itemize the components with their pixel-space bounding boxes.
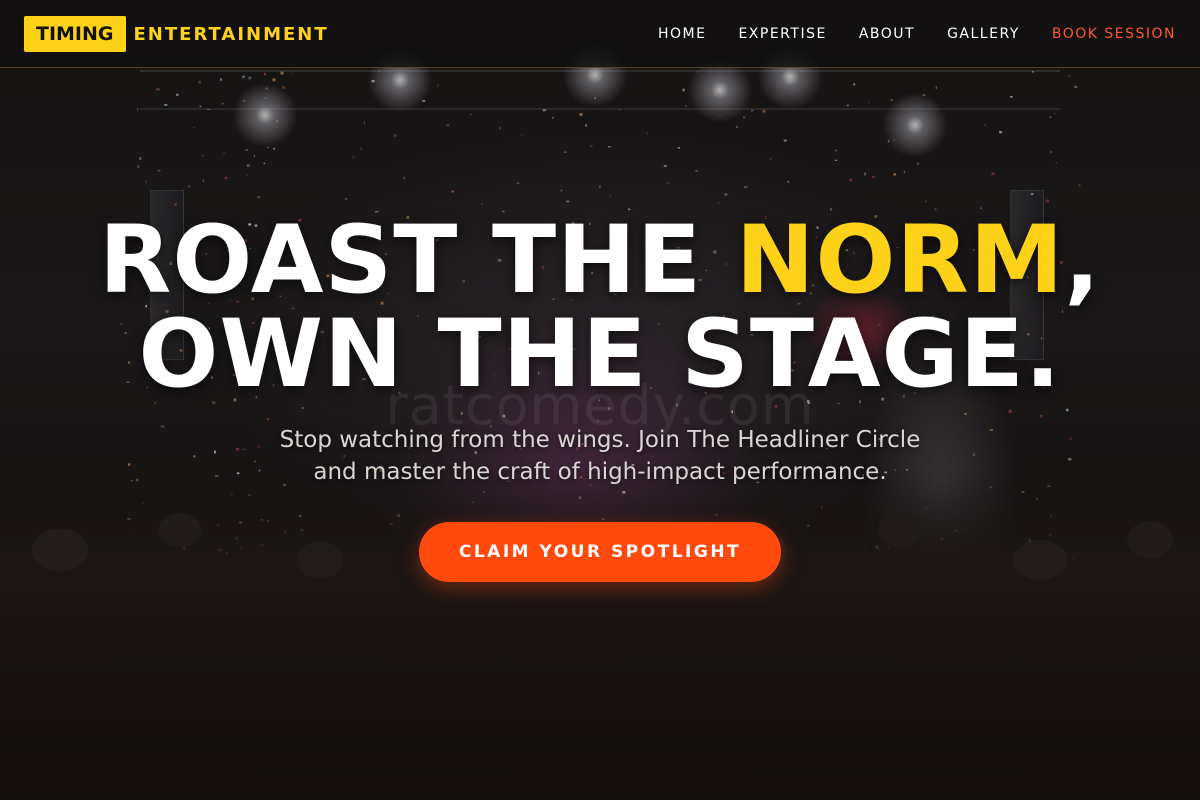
nav-link-expertise[interactable]: EXPERTISE <box>738 26 826 42</box>
headline-text: ROAST THE <box>98 206 736 315</box>
hero-headline: ROAST THE NORM, OWN THE STAGE. <box>0 214 1200 402</box>
brand-logo-text: ENTERTAINMENT <box>133 23 329 45</box>
nav-link-book-session[interactable]: BOOK SESSION <box>1052 26 1176 42</box>
headline-line-1: ROAST THE NORM, <box>99 206 1101 315</box>
nav-link-home[interactable]: HOME <box>658 26 706 42</box>
hero-subtitle: Stop watching from the wings. Join The H… <box>0 424 1200 488</box>
hero-section: ratcomedy.com ROAST THE NORM, OWN THE ST… <box>0 68 1200 800</box>
subtitle-line-2: and master the craft of high-impact perf… <box>313 459 887 485</box>
claim-spotlight-button[interactable]: CLAIM YOUR SPOTLIGHT <box>419 522 781 582</box>
subtitle-line-1: Stop watching from the wings. Join The H… <box>279 427 921 453</box>
nav-menu: HOME EXPERTISE ABOUT GALLERY BOOK SESSIO… <box>626 0 1176 68</box>
headline-accent-word: NORM <box>735 206 1065 315</box>
headline-line-2: OWN THE STAGE. <box>138 300 1062 409</box>
brand-logo-box: TIMING <box>24 16 126 52</box>
nav-link-about[interactable]: ABOUT <box>859 26 915 42</box>
nav-link-gallery[interactable]: GALLERY <box>947 26 1020 42</box>
navbar: TIMING ENTERTAINMENT HOME EXPERTISE ABOU… <box>0 0 1200 68</box>
headline-comma: , <box>1064 206 1102 315</box>
brand-logo[interactable]: TIMING ENTERTAINMENT <box>24 16 329 52</box>
